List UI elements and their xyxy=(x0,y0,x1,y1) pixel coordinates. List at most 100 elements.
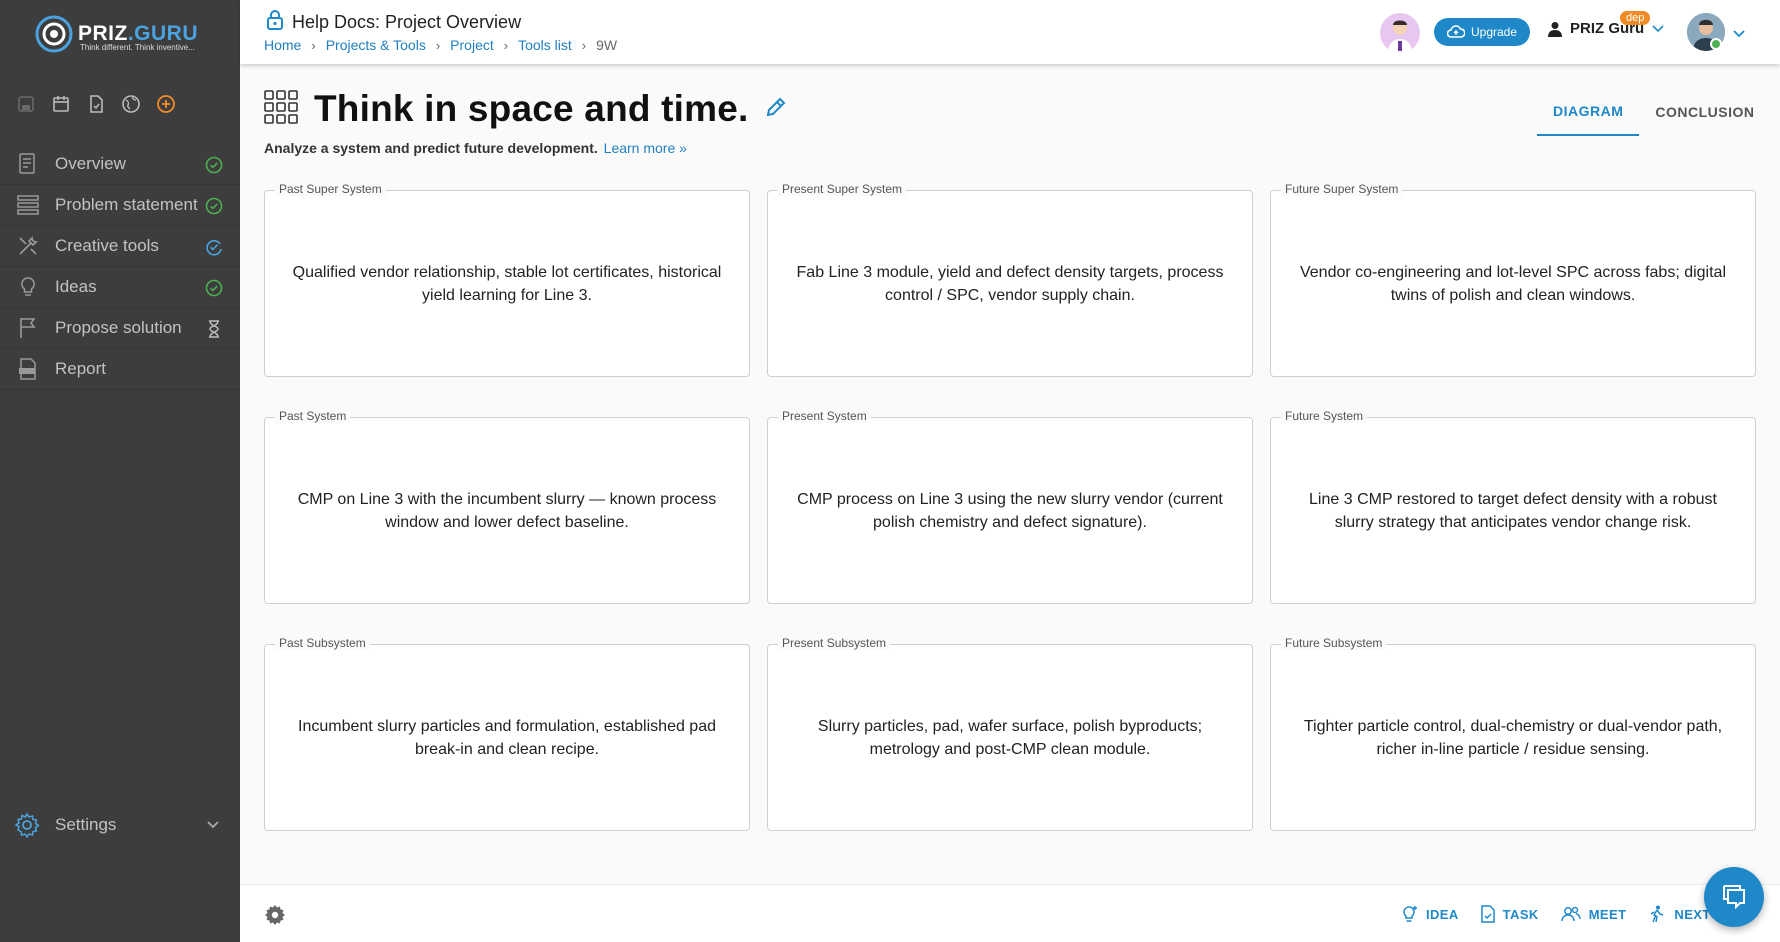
chevron-right-icon: › xyxy=(435,37,441,53)
page-title: Think in space and time. xyxy=(314,88,749,129)
cell-label: Past Subsystem xyxy=(275,636,370,650)
sidebar-nav: Overview Problem statement Creative tool… xyxy=(0,144,240,390)
footer-actions: IDEA TASK MEET NEXT xyxy=(1402,905,1711,923)
task-icon xyxy=(1480,905,1495,923)
cell-future-subsystem[interactable]: Future Subsystem Tighter particle control… xyxy=(1270,636,1756,831)
walk-icon xyxy=(1651,905,1664,923)
cell-text: CMP process on Line 3 using the new slur… xyxy=(797,490,1223,531)
chevron-down-icon xyxy=(206,817,220,835)
add-circle-icon[interactable] xyxy=(156,94,176,114)
breadcrumb-project[interactable]: Project xyxy=(450,37,494,53)
cell-label: Past System xyxy=(275,409,351,423)
cell-label: Future Subsystem xyxy=(1281,636,1387,650)
cell-text: Vendor co-engineering and lot-level SPC … xyxy=(1299,263,1727,304)
chat-icon xyxy=(1723,885,1745,910)
chevron-right-icon: › xyxy=(311,37,316,53)
task-button[interactable]: TASK xyxy=(1480,905,1539,923)
gear-icon[interactable] xyxy=(264,904,286,931)
settings-gear-icon xyxy=(14,812,40,839)
list-icon xyxy=(16,193,40,217)
cell-text: Fab Line 3 module, yield and defect dens… xyxy=(796,263,1224,304)
sidebar-item-problem-statement[interactable]: Problem statement xyxy=(0,185,240,226)
check-circle-icon xyxy=(204,155,224,175)
cell-past-subsystem[interactable]: Past Subsystem Incumbent slurry particles… xyxy=(264,636,750,831)
next-button[interactable]: NEXT xyxy=(1648,905,1710,923)
cell-label: Present Super System xyxy=(778,182,907,196)
guru-avatar[interactable] xyxy=(1380,13,1420,53)
idea-button[interactable]: IDEA xyxy=(1402,905,1459,923)
meet-button[interactable]: MEET xyxy=(1560,905,1627,923)
check-circle-icon xyxy=(204,278,224,298)
cell-past-super-system[interactable]: Past Super System Qualified vendor relati… xyxy=(264,182,750,377)
sidebar-item-label: Overview xyxy=(55,154,126,173)
cell-label: Future System xyxy=(1281,409,1368,423)
cloud-upload-icon xyxy=(1446,25,1465,38)
tools-icon xyxy=(16,234,40,258)
overview-icon xyxy=(16,152,40,176)
header-title-group: Help Docs: Project Overview xyxy=(266,9,521,36)
cell-present-subsystem[interactable]: Present Subsystem Slurry particles, pad, … xyxy=(767,636,1253,831)
chevron-down-icon[interactable] xyxy=(1732,26,1746,44)
settings-label: Settings xyxy=(55,815,117,834)
sidebar-item-label: Propose solution xyxy=(55,318,182,337)
breadcrumb-tools-list[interactable]: Tools list xyxy=(518,37,572,53)
bottom-toolbar: IDEA TASK MEET NEXT xyxy=(240,884,1780,942)
tab-conclusion[interactable]: CONCLUSION xyxy=(1639,88,1770,136)
sidebar-item-label: Report xyxy=(55,359,107,378)
sidebar-item-label: Creative tools xyxy=(55,236,159,255)
quick-actions xyxy=(16,94,176,114)
sidebar-item-label: Ideas xyxy=(55,277,97,296)
sidebar-item-overview[interactable]: Overview xyxy=(0,144,240,185)
cell-future-system[interactable]: Future System Line 3 CMP restored to targ… xyxy=(1270,409,1756,604)
cell-label: Present Subsystem xyxy=(778,636,891,650)
cell-text: CMP on Line 3 with the incumbent slurry … xyxy=(297,490,717,531)
person-icon xyxy=(1548,21,1562,37)
lightbulb-plus-icon xyxy=(1403,906,1417,922)
cell-future-super-system[interactable]: Future Super System Vendor co-engineering… xyxy=(1270,182,1756,377)
view-tabs: DIAGRAM CONCLUSION xyxy=(1537,88,1771,136)
save-icon[interactable] xyxy=(16,94,36,114)
page-header: Think in space and time. xyxy=(264,88,787,130)
sidebar-item-creative-tools[interactable]: Creative tools xyxy=(0,226,240,267)
cell-present-super-system[interactable]: Present Super System Fab Line 3 module, y… xyxy=(767,182,1253,377)
page-subtitle: Analyze a system and predict future deve… xyxy=(264,140,687,156)
chevron-down-icon xyxy=(1652,24,1664,32)
document-icon[interactable] xyxy=(86,94,106,114)
tab-diagram[interactable]: DIAGRAM xyxy=(1537,88,1640,136)
cell-present-system[interactable]: Present System CMP process on Line 3 usin… xyxy=(767,409,1253,604)
learn-more-link[interactable]: Learn more » xyxy=(604,140,687,156)
sidebar: PRIZ.GURU Think different. Think inventi… xyxy=(0,0,240,942)
breadcrumb: Home › Projects & Tools › Project › Tools l… xyxy=(264,37,617,53)
nine-windows-grid: Past Super System Qualified vendor relati… xyxy=(264,182,1756,831)
check-circle-icon xyxy=(204,196,224,216)
breadcrumb-home[interactable]: Home xyxy=(264,37,301,53)
logo-eye-icon xyxy=(35,15,73,53)
cell-text: Tighter particle control, dual-chemistry… xyxy=(1303,717,1723,758)
sidebar-item-report[interactable]: Report xyxy=(0,349,240,390)
chevron-right-icon: › xyxy=(503,37,509,53)
lightbulb-icon xyxy=(16,275,40,299)
cell-past-system[interactable]: Past System CMP on Line 3 with the incumb… xyxy=(264,409,750,604)
lock-icon xyxy=(266,9,284,36)
sidebar-item-propose-solution[interactable]: Propose solution xyxy=(0,308,240,349)
upgrade-button[interactable]: Upgrade xyxy=(1434,18,1530,46)
cell-text: Qualified vendor relationship, stable lo… xyxy=(292,263,722,304)
cell-text: Line 3 CMP restored to target defect den… xyxy=(1309,490,1717,531)
cell-text: Incumbent slurry particles and formulati… xyxy=(298,717,716,758)
chevron-right-icon: › xyxy=(581,37,587,53)
priz-logo[interactable]: PRIZ.GURU Think different. Think inventi… xyxy=(34,10,214,56)
globe-icon[interactable] xyxy=(121,94,141,114)
sidebar-item-settings[interactable]: Settings xyxy=(0,805,240,845)
plan-badge: dep xyxy=(1620,11,1651,25)
edit-pencil-icon[interactable] xyxy=(765,96,787,123)
cell-label: Future Super System xyxy=(1281,182,1403,196)
flag-icon xyxy=(16,316,40,340)
chat-button[interactable] xyxy=(1704,867,1764,927)
sidebar-item-ideas[interactable]: Ideas xyxy=(0,267,240,308)
main-content: Think in space and time. Analyze a syste… xyxy=(240,64,1780,884)
header-title: Help Docs: Project Overview xyxy=(292,12,522,32)
breadcrumb-projects-tools[interactable]: Projects & Tools xyxy=(326,37,426,53)
cell-text: Slurry particles, pad, wafer surface, po… xyxy=(817,717,1203,758)
cell-label: Present System xyxy=(778,409,871,423)
calendar-icon[interactable] xyxy=(51,94,71,114)
